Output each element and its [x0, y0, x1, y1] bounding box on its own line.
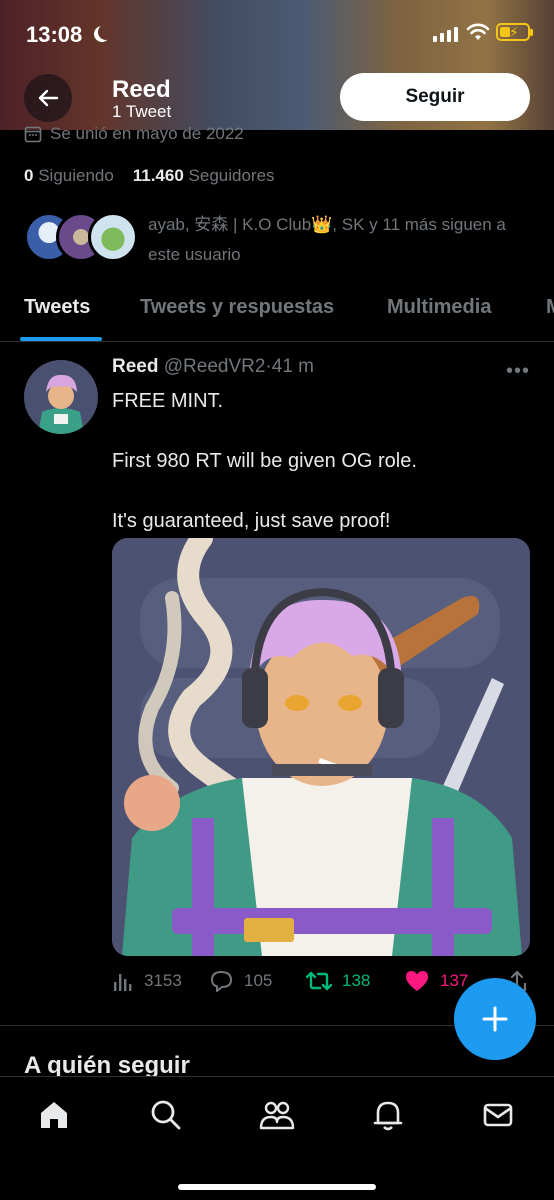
nav-search[interactable]	[148, 1097, 184, 1133]
tab-media[interactable]: Multimedia	[387, 296, 491, 319]
heart-icon	[406, 971, 428, 991]
back-button[interactable]	[24, 74, 72, 122]
avatar[interactable]	[24, 360, 98, 434]
views-button[interactable]: 3153	[112, 970, 182, 992]
tab-tweets[interactable]: Tweets	[24, 296, 90, 319]
nav-communities[interactable]	[259, 1097, 295, 1133]
joined-text: Se unió en mayo de 2022	[50, 124, 244, 143]
follow-stats: 0 Siguiendo 11.460 Seguidores	[24, 166, 275, 186]
retweet-icon	[306, 971, 332, 991]
bell-icon	[373, 1101, 403, 1131]
retweet-count: 138	[342, 971, 371, 990]
battery-icon: ⚡	[496, 23, 533, 41]
mail-icon	[483, 1103, 513, 1127]
reply-button[interactable]: 105	[210, 970, 272, 992]
reply-icon	[211, 971, 232, 992]
tab-tweets-replies[interactable]: Tweets y respuestas	[140, 296, 334, 319]
nft-illustration	[112, 538, 530, 956]
like-count: 137	[440, 971, 469, 990]
reply-count: 105	[244, 971, 273, 990]
status-time: 13:08	[26, 22, 83, 47]
status-bar: 13:08 ⚡	[0, 0, 554, 64]
header-tweet-count: 1 Tweet	[112, 102, 172, 121]
communities-icon	[259, 1101, 295, 1130]
signal-icon	[433, 26, 459, 42]
plus-icon	[482, 1006, 508, 1032]
profile-tabs: Tweets Tweets y respuestas Multimedia M	[0, 286, 554, 342]
following-label: Siguiendo	[38, 166, 114, 185]
retweet-button[interactable]: 138	[306, 970, 370, 992]
nav-home[interactable]	[36, 1097, 72, 1133]
tweet-text: FREE MINT. First 980 RT will be given OG…	[112, 390, 417, 532]
following-link[interactable]: 0 Siguiendo	[24, 166, 114, 185]
tab-likes[interactable]: M	[546, 296, 554, 319]
joined-date: Se unió en mayo de 2022	[24, 124, 244, 144]
tab-indicator	[20, 337, 102, 341]
search-icon	[151, 1100, 181, 1130]
tweet-time[interactable]: 41 m	[272, 356, 314, 377]
followers-count: 11.460	[132, 166, 184, 185]
moon-icon	[98, 24, 114, 40]
followed-by-avatars[interactable]	[24, 212, 138, 268]
header-name: Reed	[112, 76, 171, 103]
following-count: 0	[24, 166, 34, 185]
tweet[interactable]: Reed @ReedVR2·41 m ••• FREE MINT. First …	[0, 342, 554, 1026]
more-options-icon[interactable]: •••	[506, 360, 530, 383]
tweet-author-name[interactable]: Reed	[112, 356, 158, 377]
avatar-illustration	[24, 360, 98, 434]
bottom-navigation	[0, 1076, 554, 1200]
compose-tweet-button[interactable]	[454, 978, 536, 1060]
tweet-header: Reed @ReedVR2·41 m	[112, 356, 314, 378]
like-button[interactable]: 137	[404, 970, 468, 992]
home-indicator	[178, 1184, 376, 1190]
avatar	[88, 212, 138, 262]
back-arrow-icon	[38, 89, 59, 107]
views-count: 3153	[144, 971, 182, 990]
home-icon	[41, 1102, 67, 1128]
nav-messages[interactable]	[480, 1097, 516, 1133]
views-icon	[114, 974, 132, 991]
tweet-handle[interactable]: @ReedVR2	[164, 356, 266, 377]
tweet-media-image[interactable]	[112, 538, 530, 956]
follow-button[interactable]: Seguir	[340, 73, 530, 121]
wifi-icon	[466, 23, 490, 40]
followers-link[interactable]: 11.460 Seguidores	[133, 166, 275, 185]
followers-label: Seguidores	[188, 166, 275, 185]
followed-by-text[interactable]: ayab, 安森 | K.O Club👑, SK y 11 más siguen…	[148, 210, 538, 270]
nav-notifications[interactable]	[370, 1097, 406, 1133]
calendar-icon	[24, 126, 42, 143]
